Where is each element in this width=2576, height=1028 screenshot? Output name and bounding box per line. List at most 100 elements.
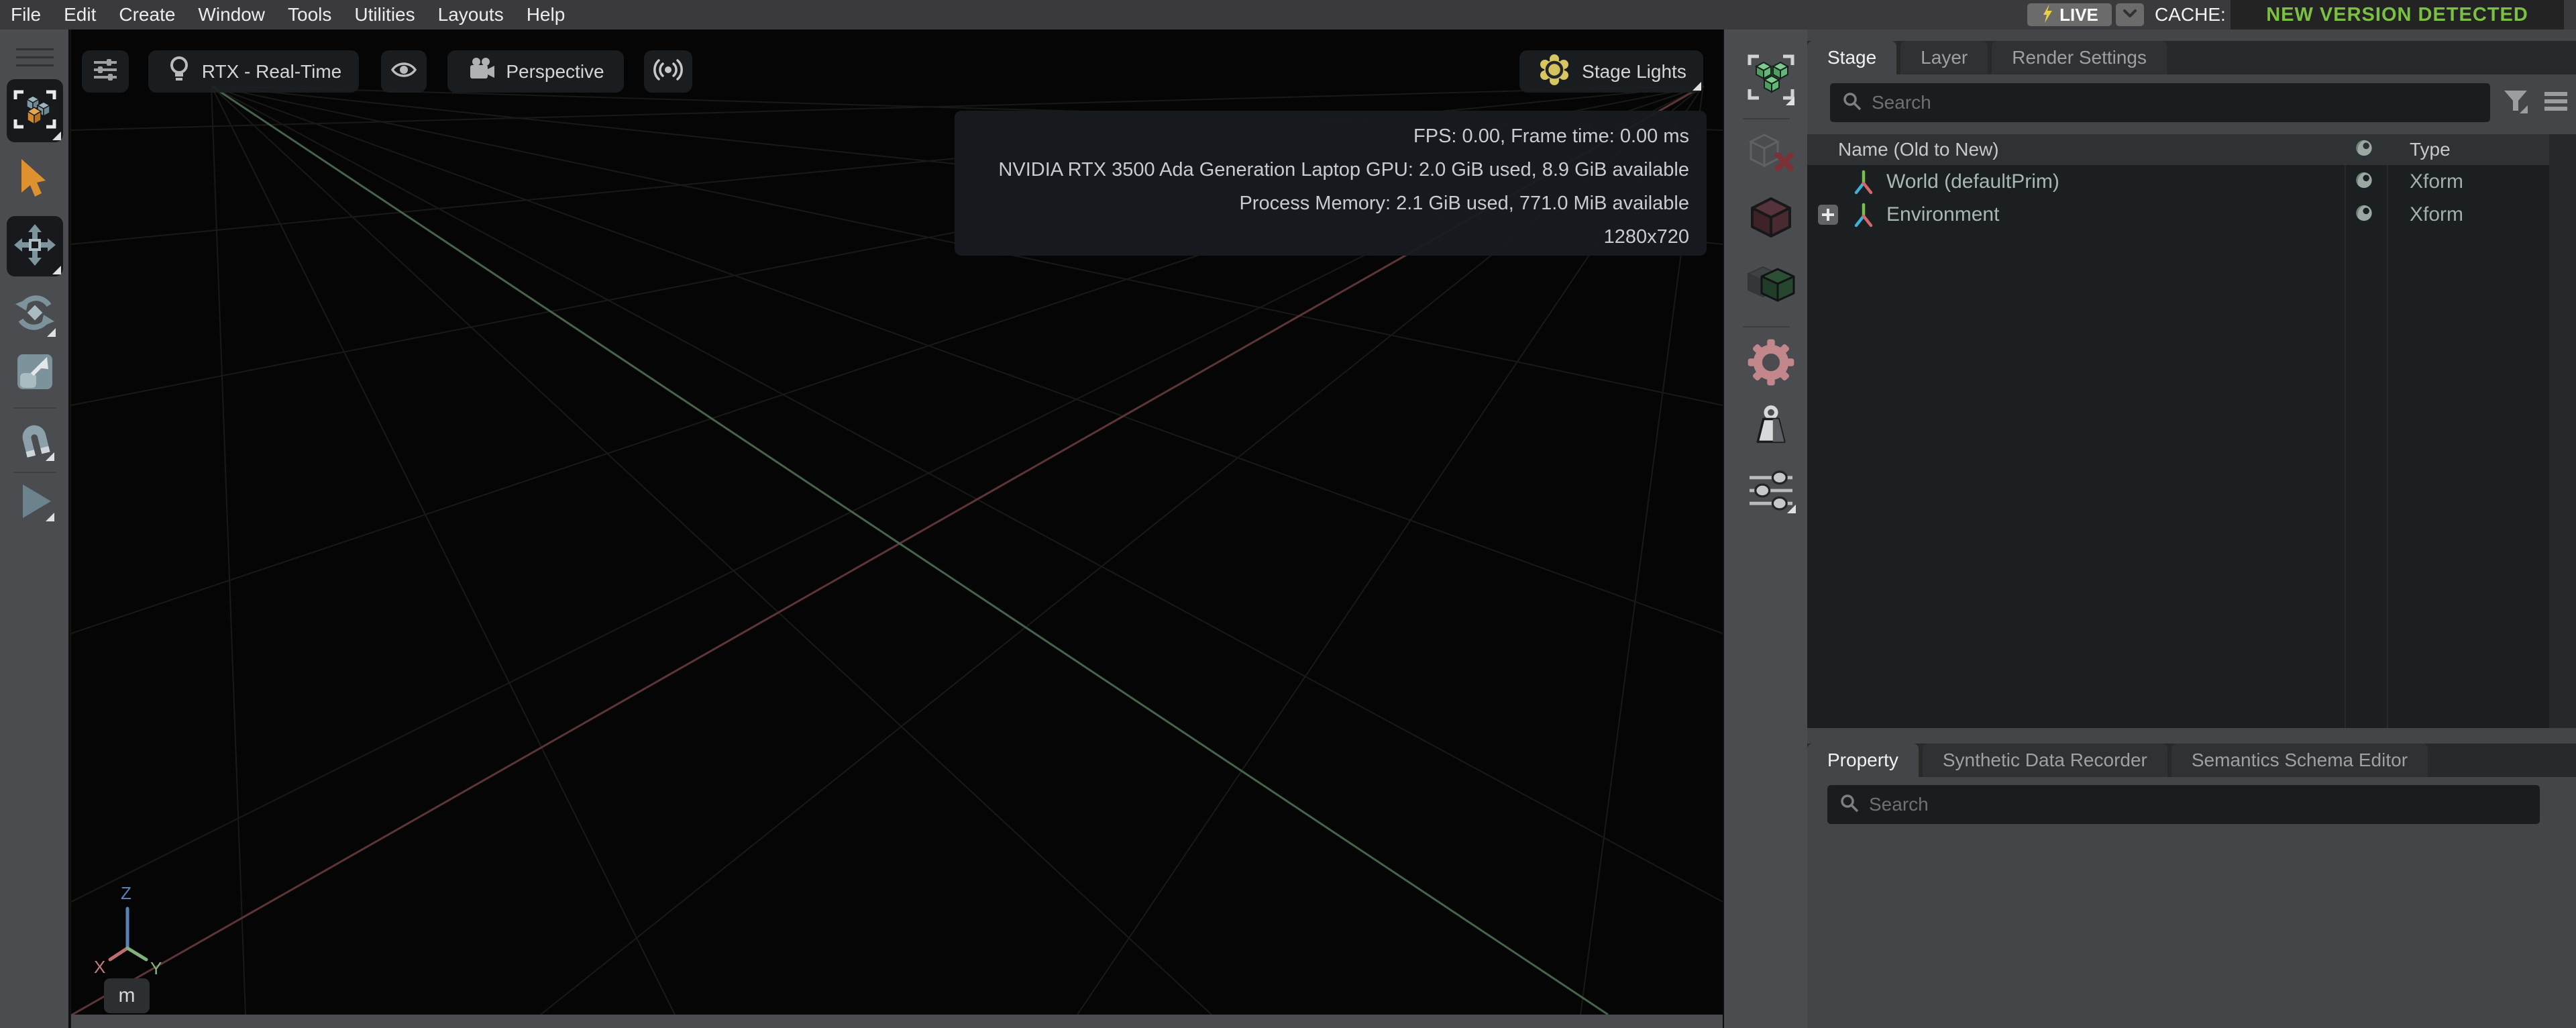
resolution-stat: 1280x720 [1603, 226, 1689, 248]
process-memory-stat: Process Memory: 2.1 GiB used, 771.0 MiB … [1239, 193, 1689, 214]
visibility-button[interactable] [381, 50, 427, 93]
collider-remove-button[interactable] [1744, 131, 1798, 178]
visibility-toggle-eye-icon[interactable] [2352, 170, 2376, 193]
filter-funnel-icon [2502, 88, 2529, 118]
stage-tree-scrollbar [2549, 134, 2576, 728]
menu-utilities[interactable]: Utilities [354, 0, 415, 30]
dark-green-cube-icon [1746, 259, 1796, 308]
expand-plus-icon[interactable] [1818, 205, 1838, 225]
right-panel: Stage Layer Render Settings Search Name … [1807, 30, 2576, 1028]
toolbar-drag-handle[interactable] [16, 48, 54, 72]
static-collider-button[interactable] [1744, 193, 1798, 243]
version-notice: NEW VERSION DETECTED [2266, 3, 2528, 25]
snap-tool-button[interactable] [13, 419, 56, 463]
stage-lights-button[interactable]: Stage Lights [1519, 50, 1703, 93]
xform-axis-icon [1851, 201, 1876, 232]
type-column-header[interactable]: Type [2410, 134, 2451, 165]
tab-property[interactable]: Property [1807, 743, 1919, 777]
x-axis-label: X [94, 957, 106, 977]
unit-label: m [118, 984, 136, 1007]
live-dropdown-button[interactable] [2116, 3, 2144, 26]
dark-red-cube-icon [1747, 193, 1795, 244]
selection-set-button[interactable] [1746, 50, 1796, 107]
scale-tool-button[interactable] [13, 350, 56, 397]
render-mode-label: RTX - Real-Time [201, 60, 342, 82]
menu-create[interactable]: Create [119, 0, 175, 30]
play-button[interactable] [15, 482, 56, 523]
tree-row-environment[interactable]: Environment Xform [1807, 198, 2549, 231]
menu-file[interactable]: File [11, 0, 41, 30]
stage-filter-button[interactable] [2501, 86, 2530, 119]
live-button[interactable]: LIVE [2027, 3, 2112, 26]
search-icon [1842, 91, 1862, 115]
menu-tools[interactable]: Tools [288, 0, 331, 30]
viewport-bottom-strip [71, 1015, 1723, 1028]
prim-name[interactable]: Environment [1886, 198, 1999, 231]
menu-layouts[interactable]: Layouts [438, 0, 504, 30]
y-axis-label: Y [150, 958, 162, 978]
property-search-field[interactable] [1827, 785, 2540, 824]
cache-label: CACHE: [2155, 4, 2226, 25]
rotate-tool-button[interactable] [12, 290, 58, 339]
tab-layer[interactable]: Layer [1900, 41, 1988, 74]
tree-row-world[interactable]: World (defaultPrim) Xform [1807, 165, 2549, 198]
mass-tool-button[interactable] [1747, 405, 1795, 448]
menu-help[interactable]: Help [527, 0, 566, 30]
visibility-toggle-eye-icon[interactable] [2352, 203, 2376, 226]
name-column-header[interactable]: Name (Old to New) [1838, 134, 1999, 165]
weight-icon [1750, 404, 1792, 449]
speaker-waves-icon [653, 56, 683, 87]
menu-window[interactable]: Window [198, 0, 265, 30]
tab-synthetic-data-recorder[interactable]: Synthetic Data Recorder [1922, 743, 2167, 777]
stage-tab-strip: Stage Layer Render Settings [1807, 41, 2576, 74]
unit-button[interactable]: m [104, 978, 150, 1013]
property-tab-strip: Property Synthetic Data Recorder Semanti… [1807, 743, 2576, 777]
prim-type: Xform [2410, 170, 2464, 193]
flyout-indicator [47, 328, 56, 337]
stage-options-button[interactable] [2541, 87, 2571, 118]
z-axis-label: Z [121, 883, 131, 903]
tab-stage[interactable]: Stage [1807, 41, 1897, 74]
stage-tree-header[interactable]: Name (Old to New) Type [1807, 134, 2549, 165]
viewport[interactable]: RTX - Real-Time Perspective Stage Lights… [71, 30, 1723, 1015]
flyout-indicator [52, 132, 61, 140]
selection-cubes-icon [13, 87, 57, 135]
dynamic-collider-button[interactable] [1744, 259, 1798, 307]
flyout-indicator [1693, 82, 1701, 91]
tab-render-settings[interactable]: Render Settings [1992, 41, 2167, 74]
viewport-settings-button[interactable] [82, 50, 129, 93]
scale-icon [15, 352, 55, 395]
move-icon [13, 223, 57, 270]
stage-search-field[interactable] [1830, 83, 2490, 122]
flyout-indicator [1787, 505, 1796, 513]
audio-button[interactable] [644, 50, 692, 93]
tab-semantics-schema-editor[interactable]: Semantics Schema Editor [2171, 743, 2428, 777]
prim-name[interactable]: World (defaultPrim) [1886, 165, 2059, 198]
app-window: File Edit Create Window Tools Utilities … [0, 0, 2576, 1028]
stage-light-icon [1536, 52, 1572, 91]
flyout-indicator [46, 513, 54, 521]
cursor-arrow-icon [17, 158, 52, 203]
select-tool-button[interactable] [16, 158, 54, 202]
hamburger-menu-icon [2543, 91, 2569, 115]
axis-gizmo: Z X Y [85, 883, 185, 982]
sliders-icon [91, 55, 120, 88]
lightbulb-icon [166, 55, 193, 88]
property-search-input[interactable] [1869, 794, 2528, 815]
physics-toolbar [1723, 30, 1807, 1028]
render-mode-button[interactable]: RTX - Real-Time [148, 50, 359, 93]
xform-axis-icon [1851, 168, 1876, 199]
stage-search-input[interactable] [1872, 92, 2478, 113]
menu-edit[interactable]: Edit [64, 0, 96, 30]
move-tool-button[interactable] [7, 216, 63, 276]
physics-options-button[interactable] [1744, 468, 1798, 515]
eye-icon [390, 56, 418, 87]
camera-selector-button[interactable]: Perspective [447, 50, 624, 93]
viewport-stats-overlay: FPS: 0.00, Frame time: 0.00 ms NVIDIA RT… [955, 111, 1707, 256]
menu-items: File Edit Create Window Tools Utilities … [11, 0, 565, 30]
flyout-indicator [1786, 97, 1794, 105]
cube-remove-icon [1746, 131, 1796, 178]
flyout-indicator [52, 266, 61, 274]
selection-mode-button[interactable] [7, 79, 63, 142]
physics-settings-button[interactable] [1746, 339, 1796, 388]
